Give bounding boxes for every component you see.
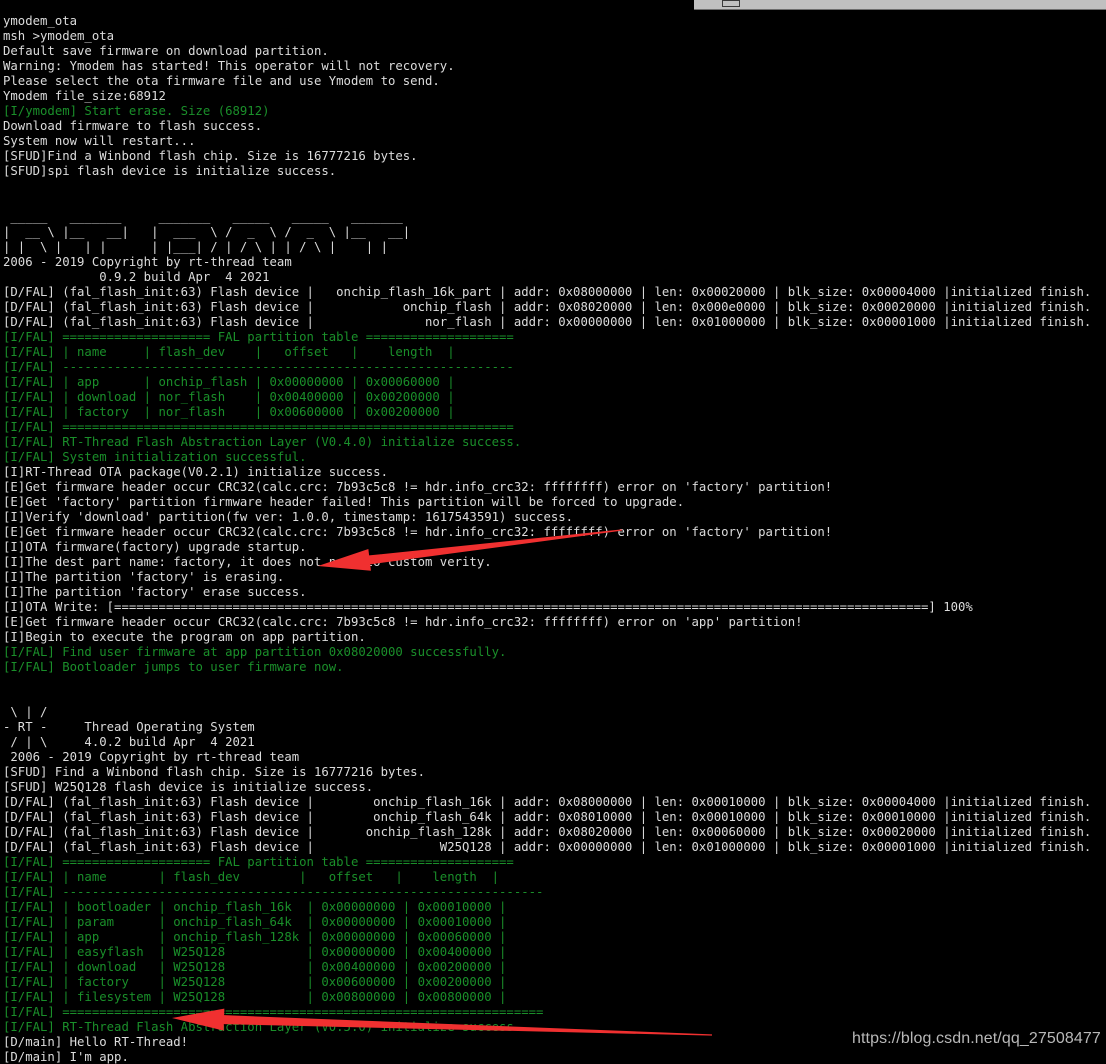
- console-line: [E]Get firmware header occur CRC32(calc.…: [3, 479, 833, 494]
- console-line: | | \ | | | | |___| / | / \ | | / \ | | …: [3, 239, 388, 254]
- console-line: [I/FAL] RT-Thread Flash Abstraction Laye…: [3, 434, 522, 449]
- console-line: [D/FAL] (fal_flash_init:63) Flash device…: [3, 795, 1092, 810]
- console-line: [D/main] I'm app.: [3, 1050, 129, 1064]
- console-line: [I]The partition 'factory' erase success…: [3, 584, 307, 599]
- console-line: \ | /: [3, 705, 48, 720]
- console-line: - RT - Thread Operating System: [3, 720, 255, 735]
- console-line: System now will restart...: [3, 134, 196, 149]
- console-line: [I/FAL] Bootloader jumps to user firmwar…: [3, 659, 344, 674]
- console-line: / | \ 4.0.2 build Apr 4 2021: [3, 735, 255, 750]
- console-line: [I/FAL] | download | nor_flash | 0x00400…: [3, 389, 455, 404]
- console-line: Ymodem file_size:68912: [3, 89, 166, 104]
- console-line: [I/FAL] | download | W25Q128 | 0x0040000…: [3, 960, 507, 975]
- serial-console-output[interactable]: ymodem_ota msh >ymodem_ota Default save fi…: [0, 12, 1106, 1064]
- console-line: msh >ymodem_ota: [3, 29, 115, 44]
- console-line: [I]Begin to execute the program on app p…: [3, 629, 366, 644]
- console-line: [SFUD] W25Q128 flash device is initializ…: [3, 780, 374, 795]
- console-line: Download firmware to flash success.: [3, 119, 263, 134]
- console-line: [D/FAL] (fal_flash_init:63) Flash device…: [3, 840, 1092, 855]
- console-line: [I/FAL] ================================…: [3, 419, 514, 434]
- watermark-url: https://blog.csdn.net/qq_27508477: [852, 1030, 1101, 1047]
- console-line: Warning: Ymodem has started! This operat…: [3, 59, 455, 74]
- console-line: [I/FAL] | param | onchip_flash_64k | 0x0…: [3, 915, 507, 930]
- console-line: [I/FAL] | bootloader | onchip_flash_16k …: [3, 900, 507, 915]
- console-line: [D/FAL] (fal_flash_init:63) Flash device…: [3, 299, 1092, 314]
- console-line: [E]Get 'factory' partition firmware head…: [3, 494, 685, 509]
- console-line: [I]The partition 'factory' is erasing.: [3, 569, 285, 584]
- console-line: [I/FAL] Find user firmware at app partit…: [3, 644, 507, 659]
- console-line: 2006 - 2019 Copyright by rt-thread team: [3, 750, 300, 765]
- window-chrome-button[interactable]: [722, 0, 740, 7]
- console-line: [I/FAL] | app | onchip_flash | 0x0000000…: [3, 374, 455, 389]
- console-line: [D/FAL] (fal_flash_init:63) Flash device…: [3, 825, 1092, 840]
- console-line: [E]Get firmware header occur CRC32(calc.…: [3, 614, 803, 629]
- console-line: [D/FAL] (fal_flash_init:63) Flash device…: [3, 810, 1092, 825]
- console-line: [I/FAL] --------------------------------…: [3, 885, 544, 900]
- console-line: [I/FAL] | app | onchip_flash_128k | 0x00…: [3, 930, 507, 945]
- console-line: 2006 - 2019 Copyright by rt-thread team: [3, 254, 292, 269]
- console-line: [D/FAL] (fal_flash_init:63) Flash device…: [3, 284, 1092, 299]
- console-line: 0.9.2 build Apr 4 2021: [3, 269, 270, 284]
- console-line: | __ \ |__ __| | ___ \ / _ \ / _ \ |__ _…: [3, 224, 411, 239]
- console-line: [I/FAL] System initialization successful…: [3, 449, 307, 464]
- console-line: [I/FAL] | factory | nor_flash | 0x006000…: [3, 404, 455, 419]
- console-line: [SFUD] Find a Winbond flash chip. Size i…: [3, 765, 425, 780]
- console-line: [I/FAL] | name | flash_dev | offset | le…: [3, 870, 500, 885]
- console-line: [SFUD]spi flash device is initialize suc…: [3, 164, 337, 179]
- console-line: [D/FAL] (fal_flash_init:63) Flash device…: [3, 314, 1092, 329]
- console-line: [I/FAL] ================================…: [3, 1005, 544, 1020]
- console-line: ymodem_ota: [3, 14, 78, 29]
- console-line: [I]OTA firmware(factory) upgrade startup…: [3, 539, 307, 554]
- terminal-screen: ymodem_ota msh >ymodem_ota Default save fi…: [0, 0, 1106, 1064]
- console-line: [I/FAL] | easyflash | W25Q128 | 0x000000…: [3, 945, 507, 960]
- console-line: [I]The dest part name: factory, it does …: [3, 554, 492, 569]
- console-line: [E]Get firmware header occur CRC32(calc.…: [3, 524, 833, 539]
- console-line: [I/ymodem] Start erase. Size (68912): [3, 104, 270, 119]
- console-line: [SFUD]Find a Winbond flash chip. Size is…: [3, 149, 418, 164]
- console-line: [I/FAL] | name | flash_dev | offset | le…: [3, 344, 455, 359]
- console-line: _____ _______ _______ _____ _____ ______…: [3, 209, 403, 224]
- console-line: Default save firmware on download partit…: [3, 44, 329, 59]
- console-line: Please select the ota firmware file and …: [3, 74, 440, 89]
- window-chrome-strip: [694, 0, 1106, 10]
- console-line: [I/FAL] | factory | W25Q128 | 0x00600000…: [3, 975, 507, 990]
- console-line: [I/FAL] ==================== FAL partiti…: [3, 855, 514, 870]
- console-line: [I/FAL] --------------------------------…: [3, 359, 514, 374]
- console-line: [I]OTA Write: [=========================…: [3, 599, 973, 614]
- console-line: [I/FAL] ==================== FAL partiti…: [3, 329, 514, 344]
- console-line: [I]RT-Thread OTA package(V0.2.1) initial…: [3, 464, 388, 479]
- console-line: [I/FAL] | filesystem | W25Q128 | 0x00800…: [3, 990, 507, 1005]
- console-line: [I]Verify 'download' partition(fw ver: 1…: [3, 509, 574, 524]
